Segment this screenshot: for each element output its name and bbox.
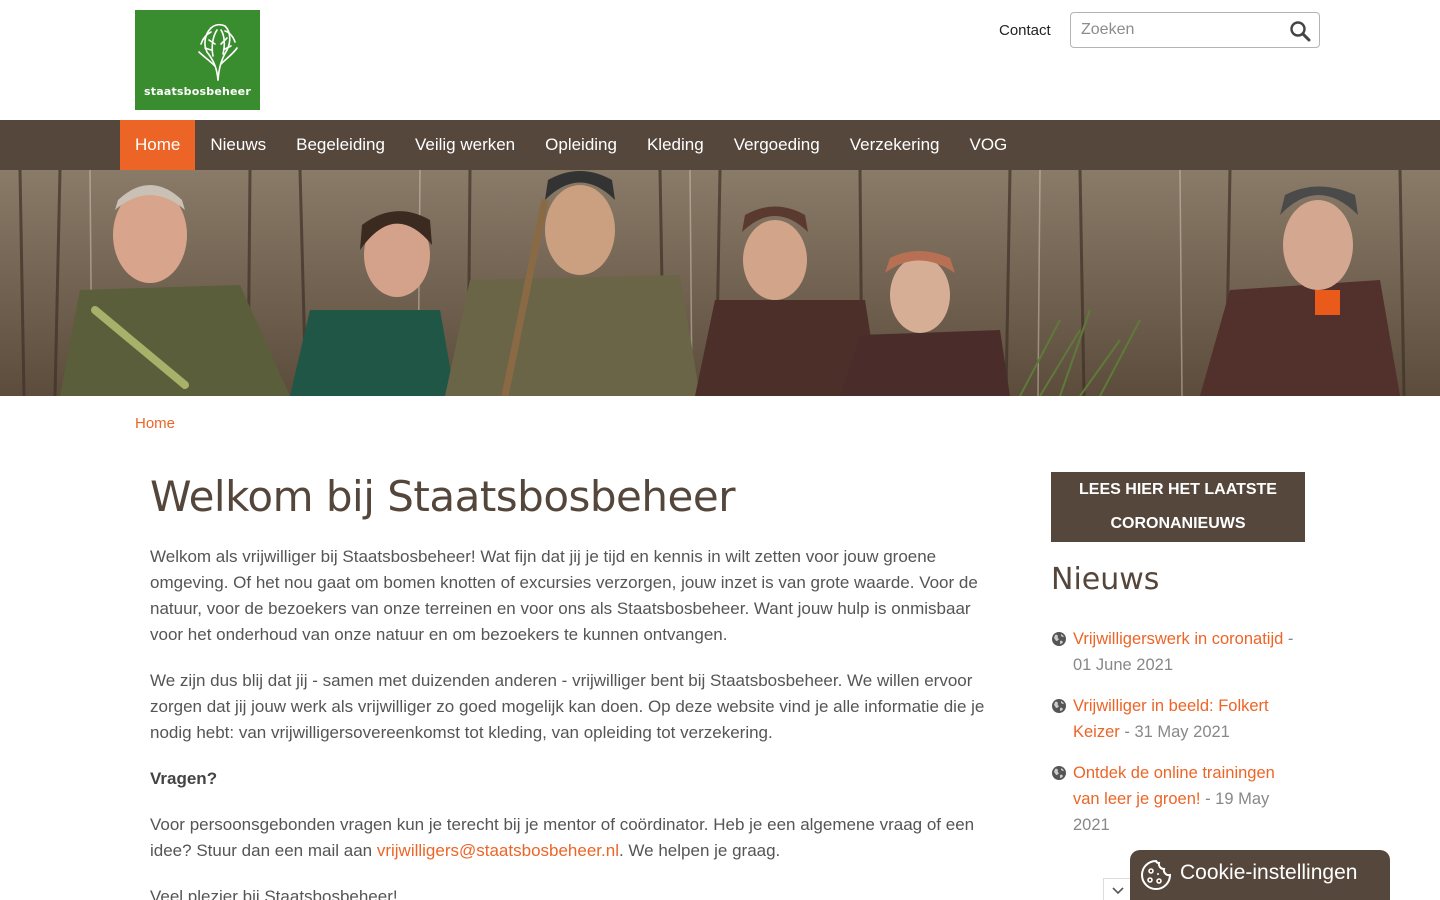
sidebar: LEES HIER HET LAATSTE CORONANIEUWS Nieuw…	[1051, 472, 1305, 853]
breadcrumb-home[interactable]: Home	[135, 415, 175, 432]
logo-text: staatsbosbeheer	[144, 85, 251, 98]
nav-list: Home Nieuws Begeleiding Veilig werken Opleid…	[120, 120, 1022, 170]
nav-item-veilig-werken[interactable]: Veilig werken	[400, 120, 530, 170]
corona-button-line2: CORONANIEUWS	[1110, 515, 1246, 532]
search-input[interactable]	[1081, 19, 1281, 41]
news-item: Vrijwilliger in beeld: Folkert Keizer - …	[1051, 693, 1305, 745]
nav-item-nieuws[interactable]: Nieuws	[195, 120, 281, 170]
news-item-date: 31 May 2021	[1134, 723, 1230, 741]
contact-text-after: . We helpen je graag.	[618, 841, 781, 860]
corona-button-line1: LEES HIER HET LAATSTE	[1079, 481, 1277, 498]
chevron-down-icon	[1112, 887, 1124, 895]
tree-logo-icon	[198, 23, 238, 81]
closing-paragraph: Veel plezier bij Staatsbosbeheer!	[150, 887, 398, 900]
globe-icon	[1052, 766, 1066, 780]
questions-heading-paragraph: Vragen?	[150, 766, 990, 792]
site-header: staatsbosbeheer Contact	[0, 0, 1440, 120]
nav-item-home[interactable]: Home	[120, 120, 196, 170]
intro-paragraph: Welkom als vrijwilliger bij Staatsbosbeh…	[150, 547, 978, 644]
email-link[interactable]: vrijwilligers@staatsbosbeheer.nl	[377, 841, 619, 860]
news-item-separator: -	[1119, 723, 1135, 741]
cookie-settings-label: Cookie-instellingen	[1180, 861, 1358, 884]
corona-news-button[interactable]: LEES HIER HET LAATSTE CORONANIEUWS	[1051, 472, 1305, 542]
contact-paragraph: Voor persoonsgebonden vragen kun je tere…	[150, 812, 990, 864]
hero-image	[0, 170, 1440, 396]
news-heading: Nieuws	[1051, 562, 1160, 597]
news-item-separator: -	[1200, 790, 1216, 808]
cookie-settings-button[interactable]: Cookie-instellingen	[1130, 850, 1390, 900]
news-item-title[interactable]: Vrijwilligerswerk in coronatijd	[1073, 630, 1283, 648]
news-item-date: 01 June 2021	[1073, 656, 1174, 674]
nav-item-vergoeding[interactable]: Vergoeding	[719, 120, 835, 170]
scroll-to-top-button[interactable]	[1103, 878, 1133, 900]
main-content: Welkom bij Staatsbosbeheer Welkom als vr…	[150, 470, 990, 900]
volunteer-paragraph: We zijn dus blij dat jij - samen met dui…	[150, 671, 985, 742]
staatsbosbeheer-logo[interactable]: staatsbosbeheer	[135, 10, 260, 110]
cookie-icon	[1141, 859, 1172, 890]
page-title: Welkom bij Staatsbosbeheer	[150, 472, 735, 521]
main-navigation: Home Nieuws Begeleiding Veilig werken Opleid…	[0, 120, 1440, 170]
news-item: Ontdek de online trainingen van leer je …	[1051, 760, 1305, 838]
nav-item-verzekering[interactable]: Verzekering	[835, 120, 955, 170]
volunteers-photo	[0, 170, 1440, 396]
news-item: Vrijwilligerswerk in coronatijd - 01 Jun…	[1051, 626, 1305, 678]
news-list: Vrijwilligerswerk in coronatijd - 01 Jun…	[1051, 626, 1305, 838]
questions-heading: Vragen?	[150, 769, 218, 788]
news-item-separator: -	[1283, 630, 1294, 648]
globe-icon	[1052, 699, 1066, 713]
contact-link[interactable]: Contact	[999, 22, 1051, 39]
nav-item-kleding[interactable]: Kleding	[632, 120, 719, 170]
search-icon[interactable]	[1289, 20, 1311, 42]
globe-icon	[1052, 632, 1066, 646]
nav-item-opleiding[interactable]: Opleiding	[530, 120, 632, 170]
nav-item-begeleiding[interactable]: Begeleiding	[281, 120, 400, 170]
nav-item-vog[interactable]: VOG	[955, 120, 1023, 170]
search-box	[1070, 12, 1320, 48]
